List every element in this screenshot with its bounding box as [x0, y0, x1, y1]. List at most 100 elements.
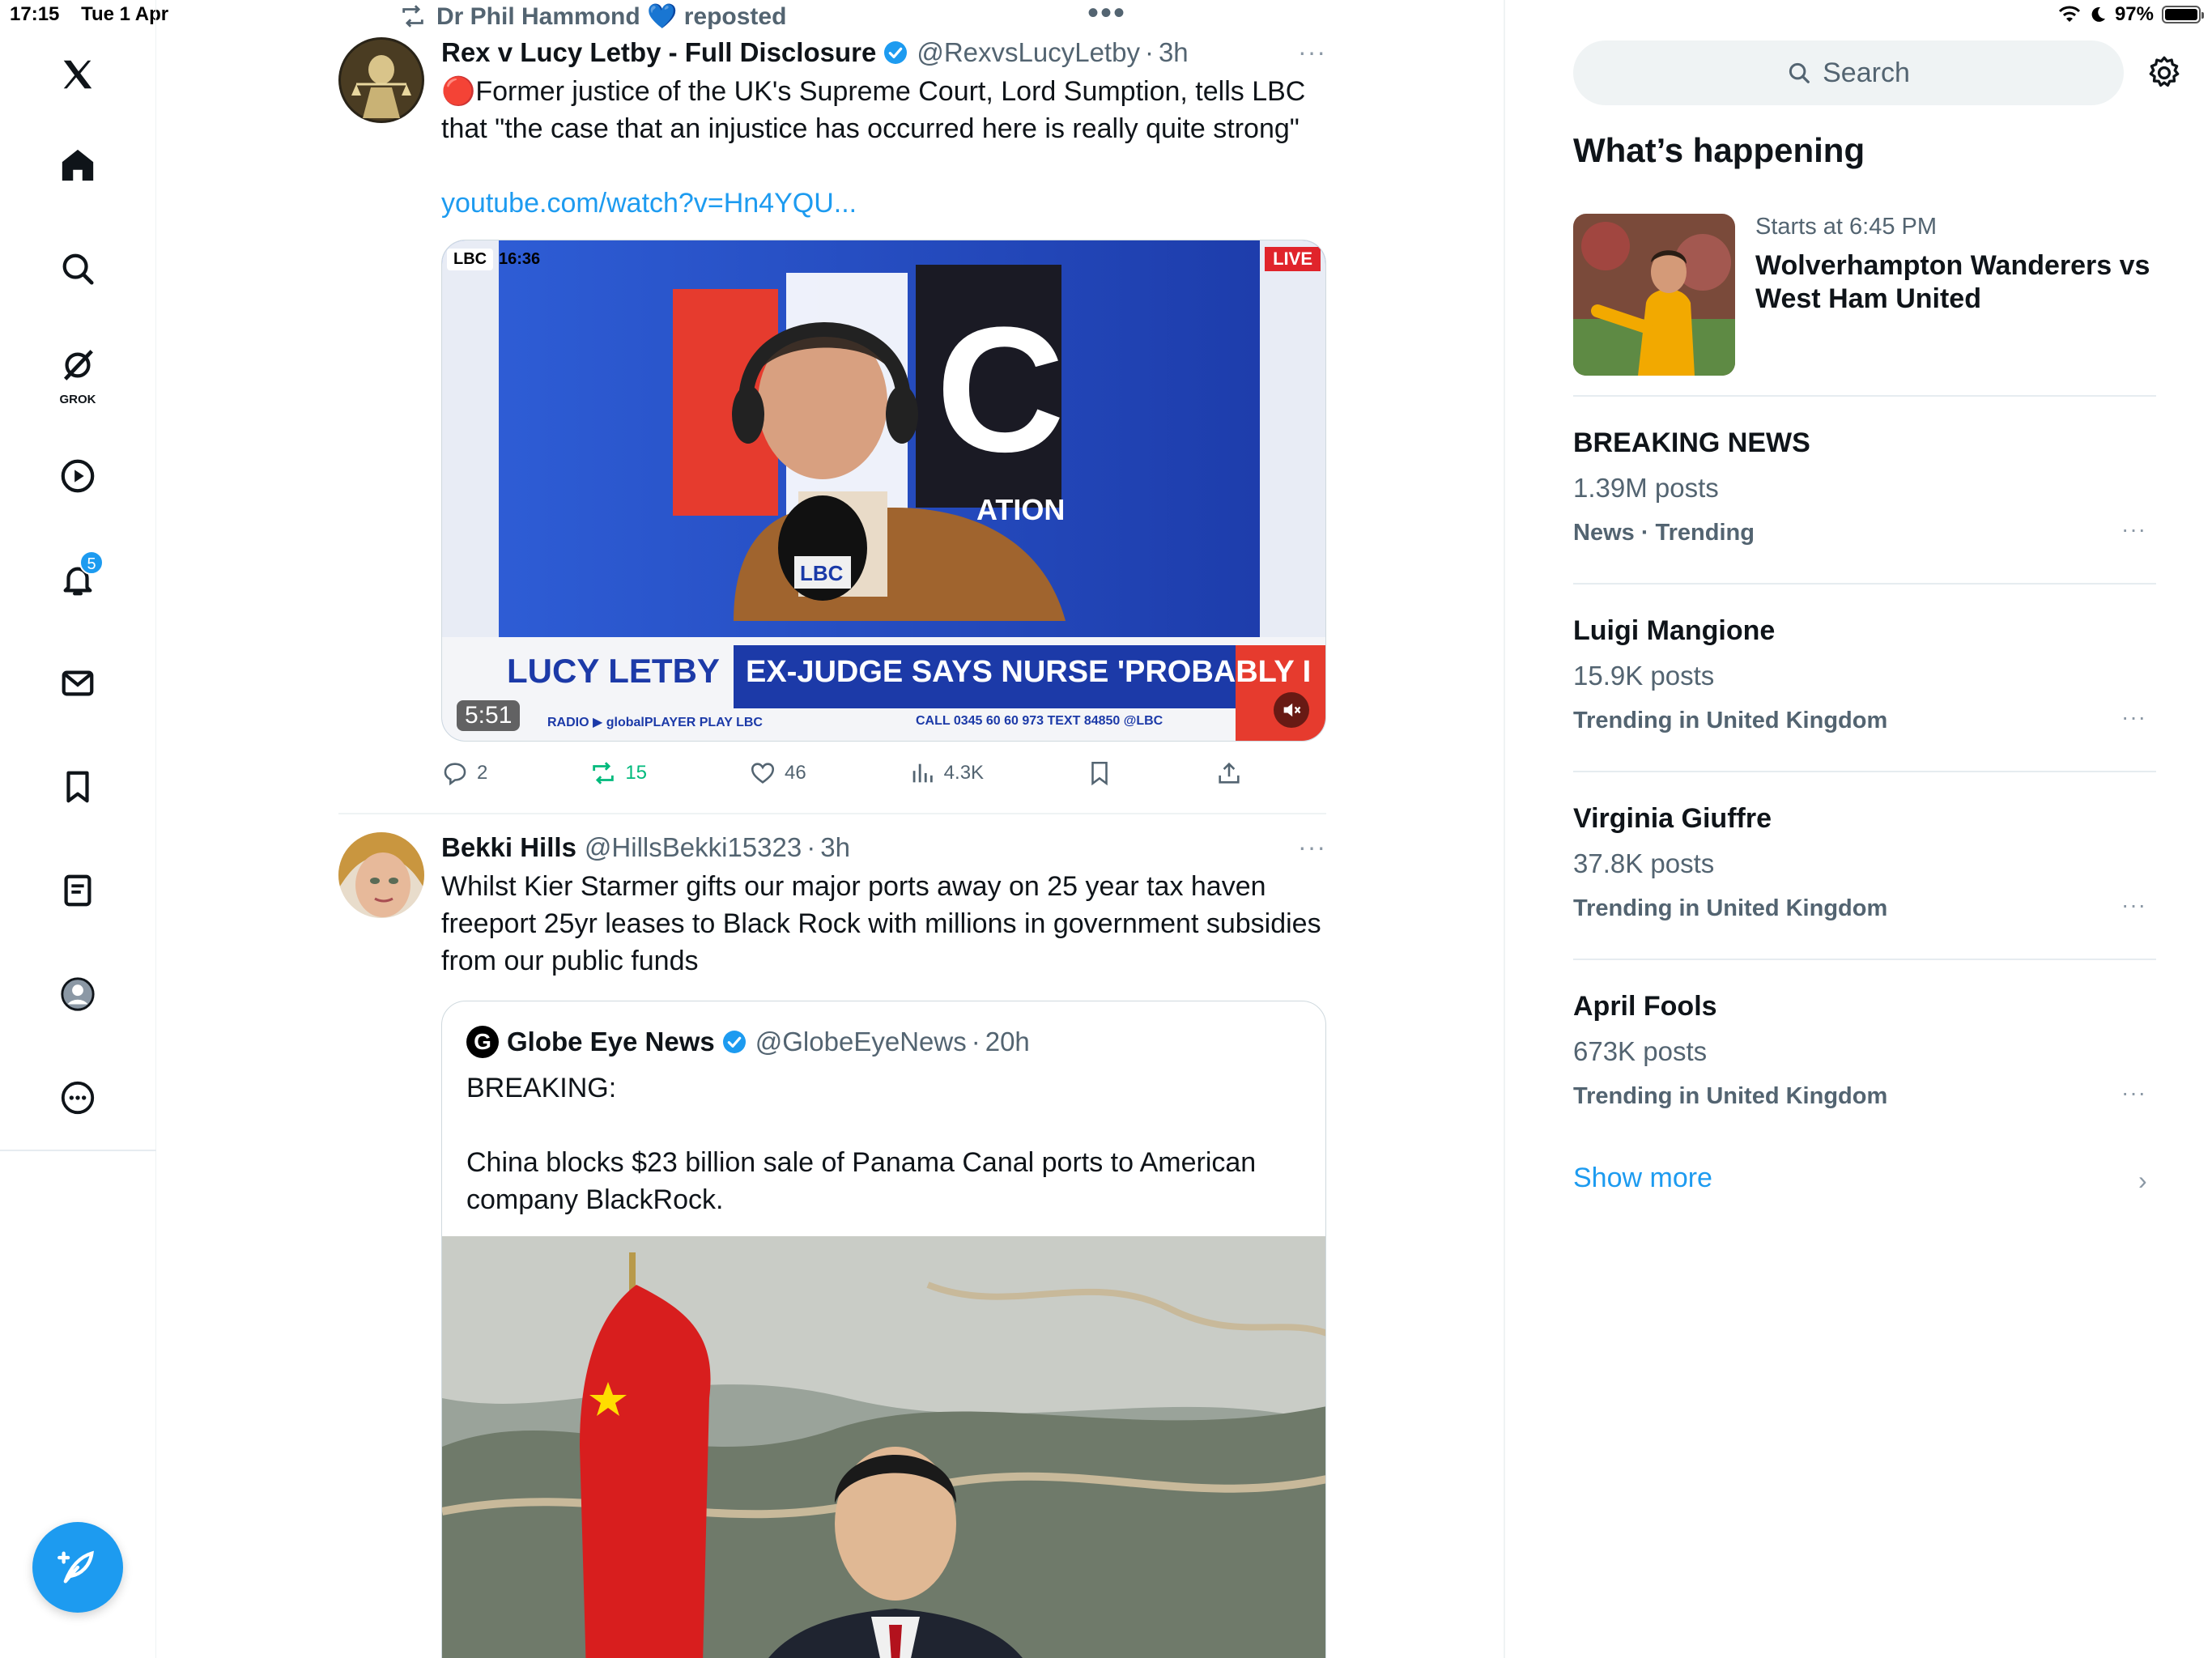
avatar[interactable] [338, 832, 424, 918]
trend-title: April Fools [1573, 991, 1717, 1022]
quote-text: BREAKING: China blocks $23 billion sale … [466, 1073, 1257, 1215]
author-handle[interactable]: @HillsBekki15323 [585, 832, 802, 863]
more-options-icon[interactable] [49, 1069, 107, 1127]
tweet-time[interactable]: 3h [820, 832, 850, 863]
share-button[interactable] [1215, 759, 1243, 787]
trend-divider [1573, 771, 2156, 772]
trend-item[interactable]: Virginia Giuffre 37.8K posts Trending in… [1573, 803, 2156, 965]
trend-post-count: 1.39M posts [1573, 473, 1719, 503]
tweet-time[interactable]: 3h [1159, 37, 1189, 68]
video-player[interactable]: C ATION LBC LBC 16:36 LIVE LUCY LETBY EX… [441, 240, 1326, 742]
video-clock: 16:36 [499, 250, 541, 268]
trend-divider [1573, 583, 2156, 585]
profile-avatar-icon[interactable] [49, 965, 107, 1023]
trend-more-icon[interactable]: ··· [2121, 517, 2146, 542]
search-icon[interactable] [49, 240, 107, 298]
verified-badge-icon [884, 41, 908, 64]
repost-count: 15 [625, 762, 648, 784]
trend-item[interactable]: April Fools 673K posts Trending in Unite… [1573, 991, 2156, 1153]
view-count: 4.3K [943, 762, 985, 784]
home-icon[interactable] [49, 136, 107, 194]
quote-author-name[interactable]: Globe Eye News [507, 1027, 715, 1057]
bookmark-button[interactable] [1086, 759, 1113, 787]
repost-button[interactable]: 15 [589, 759, 647, 787]
quoted-tweet[interactable]: G Globe Eye News @GlobeEyeNews · 20h BRE… [441, 1001, 1326, 1658]
trend-category: News · Trending [1573, 520, 1755, 546]
quote-author-handle[interactable]: @GlobeEyeNews [755, 1027, 967, 1057]
multitask-dots[interactable]: ••• [1087, 0, 1126, 32]
bookmarks-icon[interactable] [49, 758, 107, 816]
messages-icon[interactable] [49, 654, 107, 712]
like-button[interactable]: 46 [749, 759, 806, 787]
verified-badge-icon [722, 1031, 746, 1053]
trend-divider [1573, 959, 2156, 960]
quote-image[interactable] [442, 1236, 1326, 1658]
reply-count: 2 [477, 762, 488, 784]
author-name[interactable]: Bekki Hills [441, 832, 576, 863]
tweet-divider [338, 813, 1326, 814]
trend-category: Trending in United Kingdom [1573, 1083, 1888, 1109]
lower-third-name: LUCY LETBY [507, 652, 720, 690]
show-more-link[interactable]: Show more [1573, 1163, 1712, 1194]
channel-logo: LBC [447, 249, 494, 270]
tweet-link[interactable]: youtube.com/watch?v=Hn4YQU... [441, 185, 1326, 222]
trend-item[interactable]: BREAKING NEWS 1.39M posts News · Trendin… [1573, 427, 2156, 589]
video-duration: 5:51 [457, 700, 521, 731]
reply-button[interactable]: 2 [441, 759, 487, 787]
trend-post-count: 15.9K posts [1573, 661, 1715, 691]
compose-button[interactable] [32, 1522, 123, 1613]
settings-gear-icon[interactable] [2146, 55, 2182, 91]
trend-more-icon[interactable]: ··· [2121, 704, 2146, 730]
tweet-header: Bekki Hills @HillsBekki15323 · 3h [441, 832, 1326, 863]
mute-button[interactable] [1274, 692, 1309, 728]
lists-icon[interactable] [49, 861, 107, 920]
repost-text: Dr Phil Hammond 💙 reposted [436, 2, 787, 30]
repost-icon [593, 762, 615, 784]
trend-category: Trending in United Kingdom [1573, 708, 1888, 733]
trend-category: Trending in United Kingdom [1573, 895, 1888, 921]
views-chart-icon [912, 763, 933, 783]
chevron-right-icon: › [2138, 1166, 2147, 1195]
nav-divider [0, 1150, 156, 1151]
tweet-actions: 2 15 46 4.3K [441, 759, 1243, 787]
search-placeholder: Search [1823, 57, 1910, 88]
trend-title: Virginia Giuffre [1573, 803, 1772, 834]
quote-time[interactable]: 20h [985, 1027, 1030, 1057]
left-nav: GROK 5 [0, 0, 156, 1658]
video-icon[interactable] [49, 447, 107, 505]
svg-text:C: C [936, 290, 1065, 489]
views-button[interactable]: 4.3K [908, 759, 984, 787]
event-title: Wolverhampton Wanderers vs West Ham Unit… [1755, 250, 2150, 314]
avatar[interactable] [338, 37, 424, 123]
trend-more-icon[interactable]: ··· [2121, 892, 2146, 918]
right-sidebar: Search What’s happening Starts at 6:45 P… [1507, 0, 2212, 1658]
bookmark-icon [1091, 761, 1108, 786]
author-name[interactable]: Rex v Lucy Letby - Full Disclosure [441, 37, 876, 68]
header-separator: · [806, 832, 816, 862]
grok-label: GROK [59, 393, 96, 406]
trend-post-count: 673K posts [1573, 1036, 1708, 1066]
reply-icon [444, 763, 466, 786]
more-icon[interactable]: ··· [1298, 832, 1326, 862]
compose-feather-icon [57, 1550, 94, 1584]
tweet-rexvslucyletby[interactable]: Rex v Lucy Letby - Full Disclosure @Rexv… [338, 37, 1326, 814]
heart-icon [751, 763, 775, 784]
quote-separator: · [971, 1027, 981, 1056]
trend-divider [1573, 395, 2156, 397]
more-icon[interactable]: ··· [1298, 37, 1326, 67]
author-handle[interactable]: @RexvsLucyLetby [917, 37, 1140, 68]
trend-more-icon[interactable]: ··· [2121, 1080, 2146, 1106]
notifications-icon[interactable]: 5 [49, 551, 107, 609]
trend-title: Luigi Mangione [1573, 615, 1776, 646]
repost-indicator[interactable]: Dr Phil Hammond 💙 reposted [399, 0, 786, 32]
x-logo-icon[interactable] [49, 45, 107, 104]
trend-item[interactable]: Luigi Mangione 15.9K posts Trending in U… [1573, 615, 2156, 777]
grok-icon[interactable]: GROK [49, 338, 107, 406]
main-feed: ••• Dr Phil Hammond 💙 reposted Rex v Luc… [156, 0, 1505, 1658]
event-subtitle: Starts at 6:45 PM [1755, 214, 1938, 240]
whats-happening-title: What’s happening [1573, 131, 1865, 169]
event-card[interactable]: Starts at 6:45 PM Wolverhampton Wanderer… [1573, 214, 2156, 376]
search-input[interactable]: Search [1573, 40, 2124, 105]
svg-text:LBC: LBC [800, 561, 844, 585]
event-image [1573, 214, 1735, 376]
